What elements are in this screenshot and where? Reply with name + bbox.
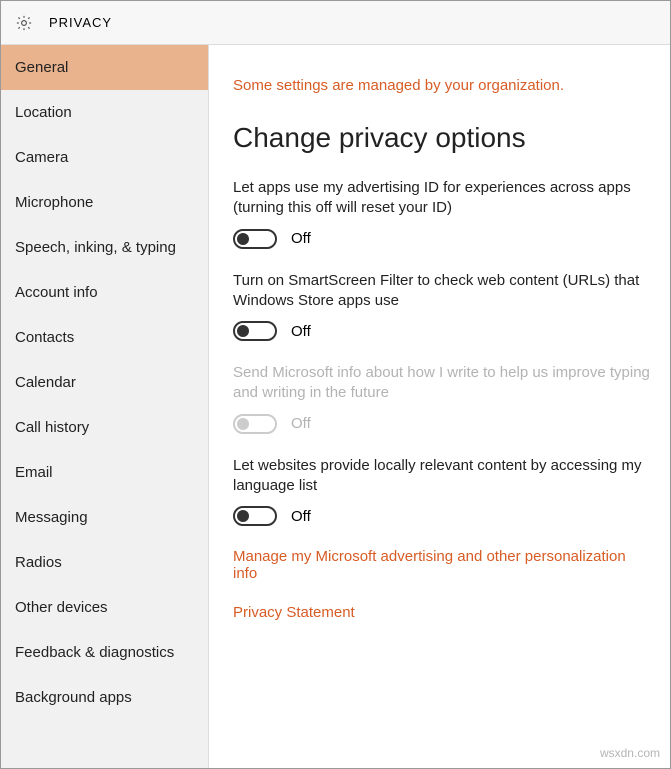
toggle-smartscreen[interactable] bbox=[233, 321, 277, 341]
sidebar-item-speech-inking-typing[interactable]: Speech, inking, & typing bbox=[1, 225, 208, 270]
sidebar-item-label: Camera bbox=[15, 149, 68, 166]
sidebar-item-email[interactable]: Email bbox=[1, 450, 208, 495]
setting-label: Let websites provide locally relevant co… bbox=[233, 456, 650, 497]
sidebar-item-general[interactable]: General bbox=[1, 45, 208, 90]
sidebar-item-label: Calendar bbox=[15, 374, 76, 391]
watermark: wsxdn.com bbox=[600, 746, 660, 760]
toggle-state-label: Off bbox=[291, 508, 311, 525]
setting-label: Send Microsoft info about how I write to… bbox=[233, 363, 650, 404]
sidebar-item-account-info[interactable]: Account info bbox=[1, 270, 208, 315]
sidebar: General Location Camera Microphone Speec… bbox=[1, 45, 209, 768]
sidebar-item-label: Contacts bbox=[15, 329, 74, 346]
toggle-advertising-id[interactable] bbox=[233, 229, 277, 249]
managed-notice: Some settings are managed by your organi… bbox=[233, 77, 650, 94]
setting-smartscreen: Turn on SmartScreen Filter to check web … bbox=[233, 271, 650, 342]
sidebar-item-label: Feedback & diagnostics bbox=[15, 644, 174, 661]
toggle-send-ms-info bbox=[233, 414, 277, 434]
sidebar-item-label: Radios bbox=[15, 554, 62, 571]
toggle-language-list[interactable] bbox=[233, 506, 277, 526]
link-manage-advertising[interactable]: Manage my Microsoft advertising and othe… bbox=[233, 548, 650, 582]
sidebar-item-label: Location bbox=[15, 104, 72, 121]
sidebar-item-calendar[interactable]: Calendar bbox=[1, 360, 208, 405]
sidebar-item-label: General bbox=[15, 59, 68, 76]
sidebar-item-other-devices[interactable]: Other devices bbox=[1, 585, 208, 630]
setting-advertising-id: Let apps use my advertising ID for exper… bbox=[233, 178, 650, 249]
sidebar-item-label: Speech, inking, & typing bbox=[15, 239, 176, 256]
window-header: PRIVACY bbox=[1, 1, 670, 45]
sidebar-item-camera[interactable]: Camera bbox=[1, 135, 208, 180]
toggle-state-label: Off bbox=[291, 323, 311, 340]
sidebar-item-label: Email bbox=[15, 464, 53, 481]
toggle-state-label: Off bbox=[291, 230, 311, 247]
sidebar-item-feedback-diagnostics[interactable]: Feedback & diagnostics bbox=[1, 630, 208, 675]
sidebar-item-microphone[interactable]: Microphone bbox=[1, 180, 208, 225]
section-title: Change privacy options bbox=[233, 122, 650, 154]
sidebar-item-label: Call history bbox=[15, 419, 89, 436]
sidebar-item-label: Other devices bbox=[15, 599, 108, 616]
setting-send-ms-info: Send Microsoft info about how I write to… bbox=[233, 363, 650, 434]
gear-icon bbox=[15, 14, 33, 32]
sidebar-item-label: Microphone bbox=[15, 194, 93, 211]
setting-label: Turn on SmartScreen Filter to check web … bbox=[233, 271, 650, 312]
sidebar-item-radios[interactable]: Radios bbox=[1, 540, 208, 585]
sidebar-item-messaging[interactable]: Messaging bbox=[1, 495, 208, 540]
setting-language-list: Let websites provide locally relevant co… bbox=[233, 456, 650, 527]
sidebar-item-call-history[interactable]: Call history bbox=[1, 405, 208, 450]
sidebar-item-label: Background apps bbox=[15, 689, 132, 706]
main-content: Some settings are managed by your organi… bbox=[209, 45, 670, 768]
sidebar-item-location[interactable]: Location bbox=[1, 90, 208, 135]
toggle-state-label: Off bbox=[291, 415, 311, 432]
sidebar-item-background-apps[interactable]: Background apps bbox=[1, 675, 208, 720]
setting-label: Let apps use my advertising ID for exper… bbox=[233, 178, 650, 219]
sidebar-item-label: Account info bbox=[15, 284, 98, 301]
link-privacy-statement[interactable]: Privacy Statement bbox=[233, 604, 650, 621]
header-title: PRIVACY bbox=[49, 15, 112, 30]
sidebar-item-contacts[interactable]: Contacts bbox=[1, 315, 208, 360]
sidebar-item-label: Messaging bbox=[15, 509, 88, 526]
